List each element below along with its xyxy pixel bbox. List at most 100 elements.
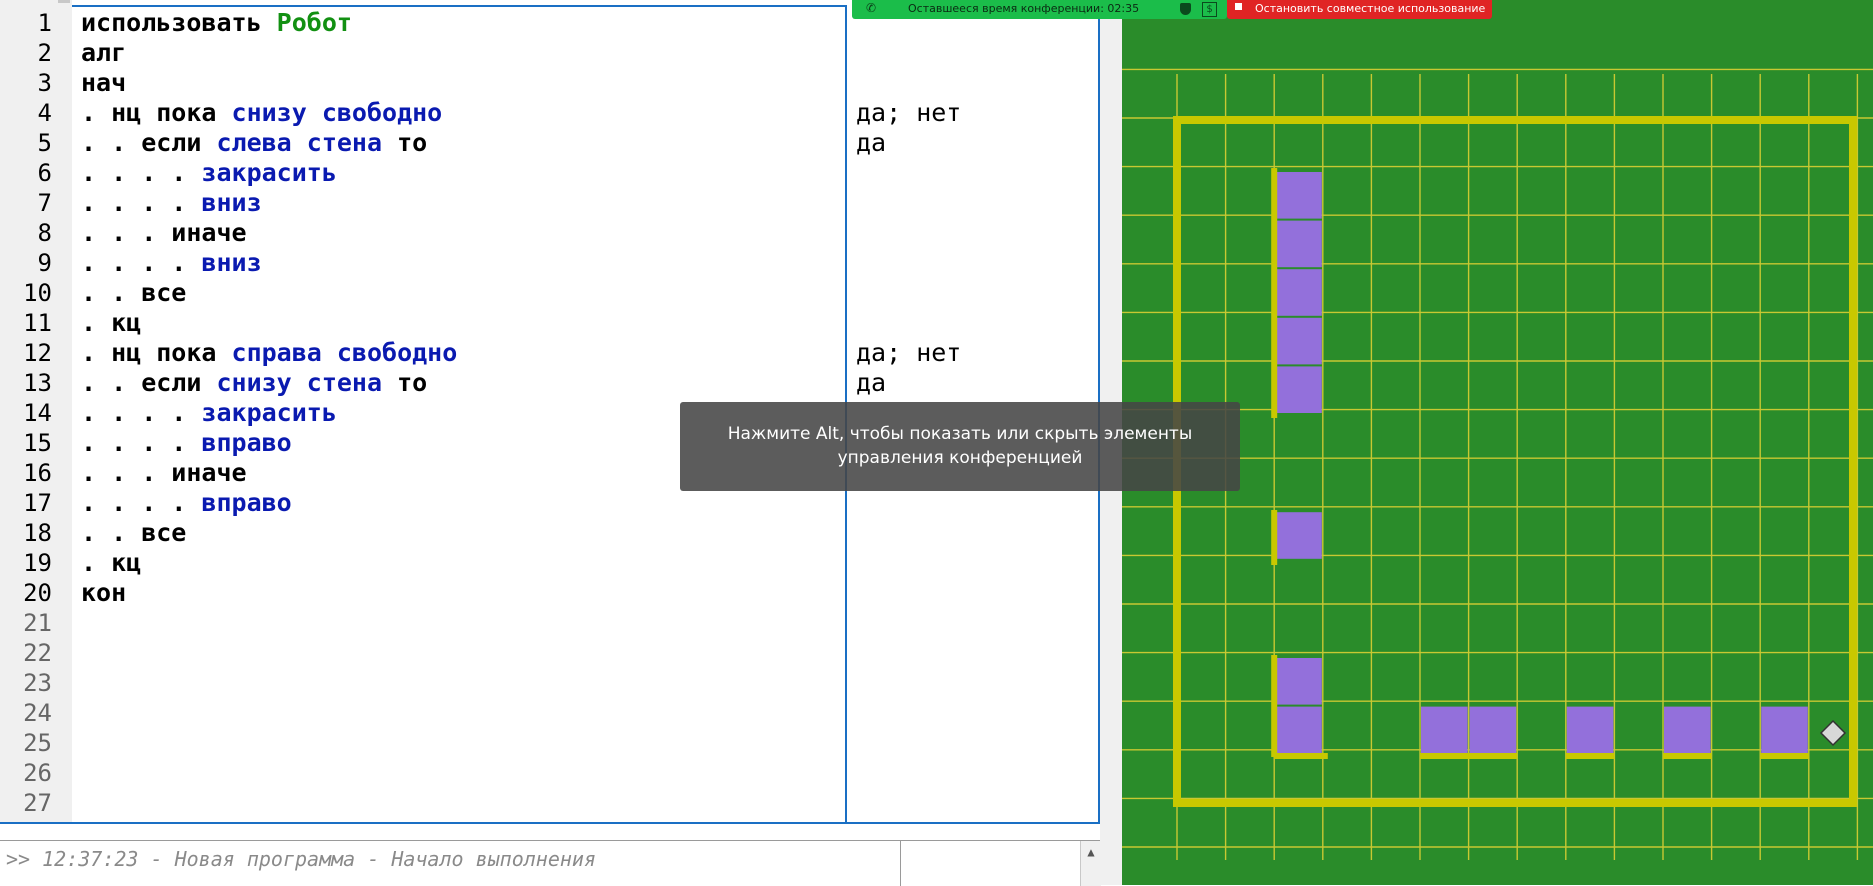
line-number: 24	[23, 699, 52, 727]
code-text: . . . . вправо	[81, 428, 292, 458]
stop-sharing-label: Остановить совместное использование	[1255, 2, 1486, 15]
code-line[interactable]: 24	[0, 698, 1100, 728]
tooltip-line-2: управления конференцией	[837, 448, 1083, 468]
keyword-token: . нц пока	[81, 98, 232, 127]
keyword-token: . нц пока	[81, 338, 232, 367]
painted-cell	[1664, 706, 1711, 754]
painted-cell	[1275, 317, 1322, 365]
line-number: 20	[23, 579, 52, 607]
code-line[interactable]: 5 . . если слева стена то да	[0, 128, 1100, 158]
code-text: . . если слева стена то	[81, 128, 427, 158]
code-line[interactable]: 8 . . . иначе	[0, 218, 1100, 248]
code-text: . . все	[81, 518, 186, 548]
dollar-icon[interactable]: $	[1202, 2, 1217, 17]
robot-command-token: слева стена	[216, 128, 383, 157]
robot-command-token: вправо	[201, 428, 292, 457]
code-line[interactable]: 12 . нц пока справа свободно да; нет	[0, 338, 1100, 368]
conference-tooltip: Нажмите Alt, чтобы показать или скрыть э…	[680, 402, 1240, 491]
line-number: 13	[23, 369, 52, 397]
code-line[interactable]: 25	[0, 728, 1100, 758]
code-text: . . . иначе	[81, 218, 247, 248]
code-text: . . все	[81, 278, 186, 308]
code-line[interactable]: 17 . . . . вправо	[0, 488, 1100, 518]
painted-cell	[1275, 706, 1322, 754]
code-text: . . . . вниз	[81, 188, 262, 218]
shield-icon[interactable]	[1180, 3, 1191, 15]
line-number: 7	[37, 189, 52, 217]
code-text: нач	[81, 68, 126, 98]
line-number: 16	[23, 459, 52, 487]
executor-name-token: Робот	[276, 8, 352, 37]
line-number: 18	[23, 519, 52, 547]
painted-cell	[1469, 706, 1517, 754]
line-number: 21	[23, 609, 52, 637]
painted-cell	[1275, 366, 1322, 413]
code-line[interactable]: 10 . . все	[0, 278, 1100, 308]
painted-cell	[1421, 706, 1468, 754]
console-scrollbar[interactable]: ▲	[1080, 841, 1101, 886]
keyword-token: . кц	[81, 308, 142, 337]
chevron-up-icon[interactable]: ▲	[1087, 845, 1094, 859]
code-line[interactable]: 4 . нц пока снизу свободно да; нет	[0, 98, 1100, 128]
code-line[interactable]: 26	[0, 758, 1100, 788]
keyword-token: . . все	[81, 518, 187, 547]
margin-value: да; нет	[856, 98, 962, 127]
keyword-token: . . . .	[81, 488, 202, 517]
line-number: 14	[23, 399, 52, 427]
keyword-token: то	[382, 368, 428, 397]
keyword-token: кон	[81, 578, 127, 607]
keyword-token: то	[382, 128, 428, 157]
code-line[interactable]: 20 кон	[0, 578, 1100, 608]
conference-status-bar: ✆ Оставшееся время конференции: 02:35 $	[852, 0, 1227, 19]
robot-command-token: вниз	[201, 188, 262, 217]
code-line[interactable]: 23	[0, 668, 1100, 698]
robot-command-token: справа свободно	[231, 338, 458, 367]
code-line[interactable]: 27	[0, 788, 1100, 818]
stop-sharing-button[interactable]: Остановить совместное использование	[1227, 0, 1492, 19]
line-number: 2	[37, 39, 52, 67]
keyword-token: . . . .	[81, 398, 202, 427]
line-number: 5	[37, 129, 52, 157]
keyword-token: . кц	[81, 548, 142, 577]
code-text: . нц пока справа свободно	[81, 338, 457, 368]
line-number: 3	[37, 69, 52, 97]
line-number: 1	[37, 9, 52, 37]
code-line[interactable]: 19 . кц	[0, 548, 1100, 578]
line-number: 25	[23, 729, 52, 757]
code-line[interactable]: 21	[0, 608, 1100, 638]
output-console[interactable]: >> 12:37:23 - Новая программа - Начало в…	[0, 840, 1101, 886]
robot-command-token: закрасить	[201, 398, 337, 427]
code-text: . . . . вправо	[81, 488, 292, 518]
code-text: использовать Робот	[81, 8, 352, 38]
line-number: 9	[37, 249, 52, 277]
code-line[interactable]: 9 . . . . вниз	[0, 248, 1100, 278]
painted-cell	[1275, 512, 1322, 559]
code-line[interactable]: 2 алг	[0, 38, 1100, 68]
line-number: 10	[23, 279, 52, 307]
code-text: . . . . закрасить	[81, 398, 337, 428]
margin-value: да	[856, 368, 887, 397]
painted-cell	[1566, 706, 1614, 754]
code-line[interactable]: 22	[0, 638, 1100, 668]
conference-remaining-time: Оставшееся время конференции: 02:35	[908, 2, 1140, 15]
code-text: . . . . закрасить	[81, 158, 337, 188]
code-text: . . если снизу стена то	[81, 368, 427, 398]
painted-cell	[1275, 269, 1322, 316]
code-line[interactable]: 13 . . если снизу стена то да	[0, 368, 1100, 398]
code-line[interactable]: 6 . . . . закрасить	[0, 158, 1100, 188]
code-line[interactable]: 3 нач	[0, 68, 1100, 98]
code-line[interactable]: 11 . кц	[0, 308, 1100, 338]
line-number: 17	[23, 489, 52, 517]
code-line[interactable]: 7 . . . . вниз	[0, 188, 1100, 218]
robot-command-token: снизу стена	[216, 368, 383, 397]
console-output-text: >> 12:37:23 - Новая программа - Начало в…	[6, 847, 597, 871]
gutter-tab	[58, 0, 70, 3]
phone-icon[interactable]: ✆	[866, 1, 876, 15]
code-text: кон	[81, 578, 126, 608]
code-line[interactable]: 18 . . все	[0, 518, 1100, 548]
line-number: 15	[23, 429, 52, 457]
code-text: . кц	[81, 548, 141, 578]
keyword-token: . . все	[81, 278, 187, 307]
line-number: 8	[37, 219, 52, 247]
margin-value: да	[856, 128, 887, 157]
